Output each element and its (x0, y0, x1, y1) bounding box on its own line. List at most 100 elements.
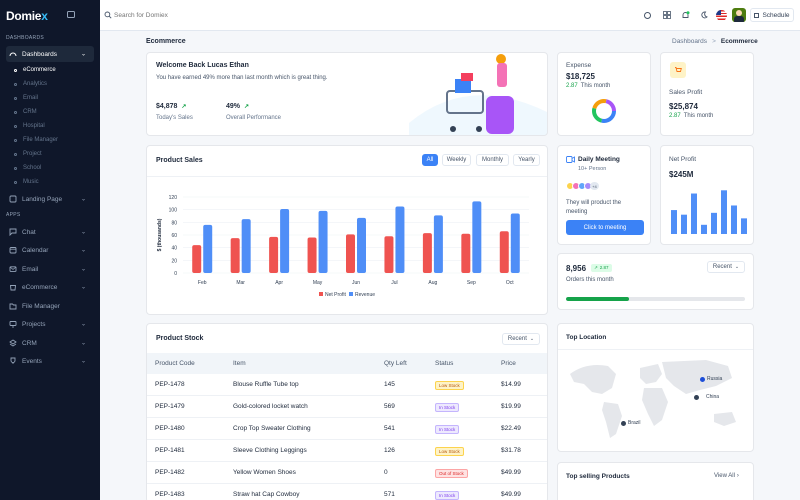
net-profit-bar (681, 214, 687, 234)
view-all-link[interactable]: View All › (714, 473, 739, 479)
table-row[interactable]: PEP-1482 Yellow Women Shoes 0 $49.99 Out of … (147, 462, 547, 484)
table-row[interactable]: PEP-1479 Gold-colored locket watch 569 $19.… (147, 396, 547, 418)
bar-net-profit (307, 237, 317, 273)
settings-icon[interactable] (644, 12, 651, 19)
map-marker-brazil[interactable] (621, 421, 626, 426)
language-flag[interactable] (716, 10, 727, 21)
apps-grid-icon[interactable] (663, 11, 671, 21)
brand-logo[interactable]: Domiex (6, 9, 48, 23)
stock-period-dropdown[interactable]: Recent ⌄ (502, 333, 540, 345)
welcome-title: Welcome Back Lucas Ethan (156, 62, 249, 69)
attendee-avatars: +4 (566, 182, 599, 190)
col-item: Item (233, 360, 246, 367)
net-profit-card: Net Profit $245M (660, 145, 754, 245)
sidebar-item-events[interactable]: Events ⌄ (6, 354, 94, 368)
sidebar-sub-ecommerce[interactable]: eCommerce (14, 67, 56, 73)
folder-icon (9, 302, 17, 310)
sidebar-item-label: File Manager (22, 302, 60, 310)
orders-progress-fill (566, 297, 629, 301)
sidebar-sub-music[interactable]: Music (14, 179, 39, 185)
filter-yearly-button[interactable]: Yearly (513, 154, 540, 166)
join-meeting-button[interactable]: Click to meeting (566, 220, 644, 235)
product-code-cell: PEP-1483 (155, 491, 185, 498)
qty-cell: 0 (384, 469, 388, 476)
col-price: Price (501, 360, 516, 367)
orders-period-dropdown[interactable]: Recent ⌄ (707, 261, 745, 273)
table-row[interactable]: PEP-1481 Sleeve Clothing Leggings 126 $31.7… (147, 440, 547, 462)
x-tick-label: May (313, 280, 323, 286)
period-label: This month (683, 113, 714, 119)
item-cell: Straw hat Cap Cowboy (233, 491, 300, 498)
moon-icon[interactable] (700, 11, 708, 21)
item-cell: Sleeve Clothing Leggings (233, 447, 307, 454)
meeting-subtitle: 10+ Person (578, 166, 607, 172)
sidebar-item-landing-page[interactable]: Landing Page ⌄ (6, 192, 94, 206)
filter-all-button[interactable]: All (422, 154, 438, 166)
sidebar-sub-crm[interactable]: CRM (14, 109, 37, 115)
sales-profit-card: Sales Profit $25,874 2.87 This month (660, 52, 754, 136)
bullet-icon (14, 124, 17, 128)
breadcrumb-parent[interactable]: Dashboards (672, 38, 707, 45)
chevron-down-icon: ⌄ (734, 264, 740, 270)
schedule-button[interactable]: Schedule (750, 8, 794, 22)
sidebar-item-email[interactable]: Email ⌄ (6, 262, 94, 276)
bar-revenue (357, 217, 366, 273)
meeting-text: They will product the meeting (566, 200, 622, 215)
x-tick-label: Oct (506, 280, 514, 286)
sidebar-sub-project[interactable]: Project (14, 151, 42, 157)
avatar[interactable] (732, 8, 746, 22)
table-row[interactable]: PEP-1480 Crop Top Sweater Clothing 541 $22.… (147, 418, 547, 440)
sidebar-sub-email[interactable]: Email (14, 95, 38, 101)
table-row[interactable]: PEP-1478 Blouse Ruffle Tube top 145 $14.99 L… (147, 374, 547, 396)
breadcrumb-separator: > (712, 38, 716, 45)
marker-label-russia: Russia (707, 376, 723, 382)
expense-change: 2.87 This month (566, 83, 610, 89)
trophy-icon (9, 357, 17, 365)
top-location-title: Top Location (566, 334, 607, 341)
map-marker-china[interactable] (694, 395, 699, 400)
sidebar-item-ecommerce[interactable]: eCommerce ⌄ (6, 280, 94, 294)
sidebar-item-chat[interactable]: Chat ⌄ (6, 225, 94, 239)
filter-weekly-button[interactable]: Weekly (442, 154, 471, 166)
sidebar-item-dashboards[interactable]: Dashboards ⌄ (6, 46, 94, 62)
chevron-down-icon: ⌄ (80, 247, 86, 254)
sidebar-item-crm[interactable]: CRM ⌄ (6, 336, 94, 350)
bar-revenue (510, 213, 520, 273)
bar-revenue (318, 210, 328, 273)
bar-revenue (395, 206, 405, 273)
product-code-cell: PEP-1481 (155, 447, 185, 454)
sidebar-item-label: Projects (22, 320, 46, 328)
qty-cell: 569 (384, 403, 395, 410)
product-code-cell: PEP-1478 (155, 381, 185, 388)
sidebar-item-projects[interactable]: Projects ⌄ (6, 317, 94, 331)
filter-monthly-button[interactable]: Monthly (476, 154, 509, 166)
calendar-icon (9, 246, 17, 254)
collapse-sidebar-icon[interactable] (67, 11, 75, 18)
shopping-cart-illustration (409, 54, 547, 135)
sidebar-sub-file-manager[interactable]: File Manager (14, 137, 58, 143)
sidebar-sub-analytics[interactable]: Analytics (14, 81, 47, 87)
sidebar-item-label: Email (22, 265, 39, 273)
expense-donut-chart (592, 99, 616, 123)
search-input[interactable] (114, 9, 264, 21)
sidebar-item-calendar[interactable]: Calendar ⌄ (6, 243, 94, 257)
chat-icon (9, 228, 17, 236)
col-status: Status (435, 360, 454, 367)
map-marker-russia[interactable] (700, 377, 705, 382)
bullet-icon (14, 166, 17, 170)
qty-cell: 541 (384, 425, 395, 432)
product-code-cell: PEP-1482 (155, 469, 185, 476)
bullet-icon (14, 96, 17, 100)
net-profit-bar (741, 218, 747, 234)
price-cell: $19.99 (501, 403, 521, 410)
sidebar-item-file-manager[interactable]: File Manager (6, 299, 94, 313)
notification-icon[interactable] (681, 11, 690, 22)
dropdown-label: Recent (712, 264, 732, 270)
bar-revenue (241, 219, 251, 273)
legend-swatch (349, 292, 353, 296)
sidebar-sub-hospital[interactable]: Hospital (14, 123, 45, 129)
sales-profit-label: Sales Profit (669, 89, 703, 96)
price-cell: $49.99 (501, 469, 521, 476)
table-row[interactable]: PEP-1483 Straw hat Cap Cowboy 571 $49.99 In … (147, 484, 547, 500)
sidebar-sub-school[interactable]: School (14, 165, 41, 171)
